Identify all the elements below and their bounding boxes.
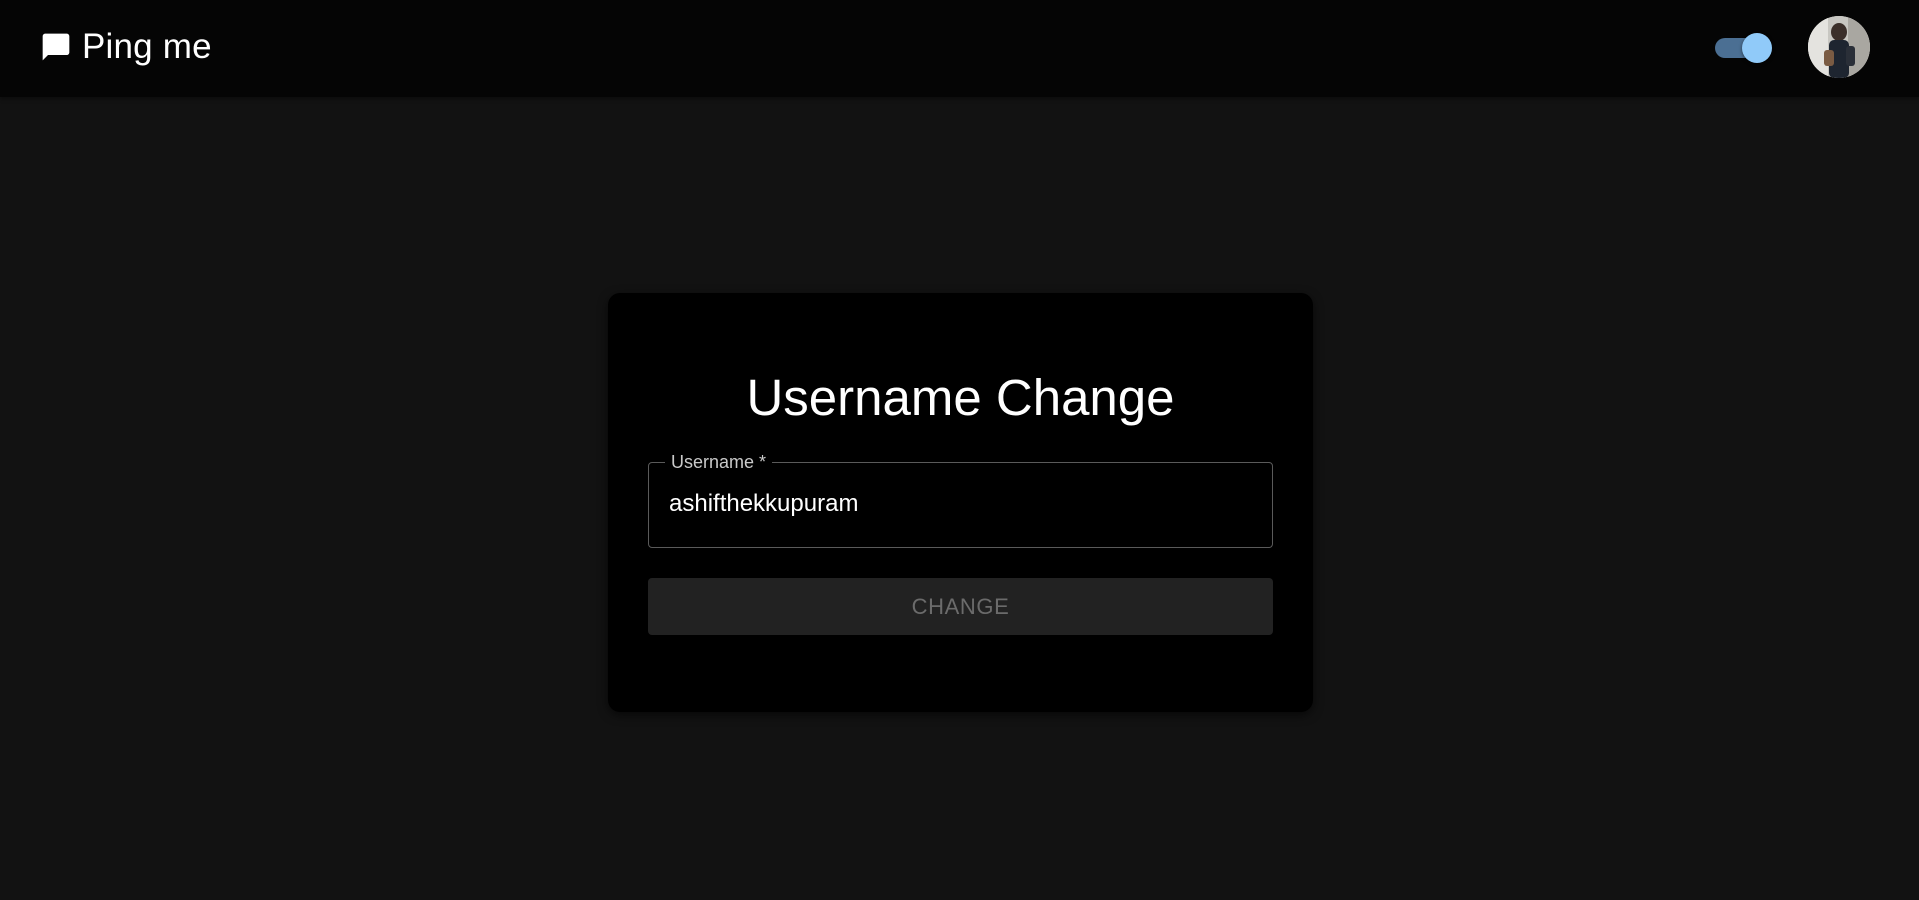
toggle-thumb: [1742, 33, 1772, 63]
username-field[interactable]: Username *: [648, 453, 1273, 548]
username-label: Username *: [671, 452, 767, 472]
page-title: Username Change: [746, 369, 1175, 426]
change-button[interactable]: CHANGE: [648, 578, 1273, 635]
app-title: Ping me: [82, 27, 212, 66]
brand[interactable]: Ping me: [40, 24, 212, 70]
chat-bubble-icon: [40, 31, 72, 63]
username-input[interactable]: [669, 484, 1249, 524]
theme-toggle[interactable]: [1712, 33, 1772, 63]
username-change-card: Username Change Username * CHANGE: [608, 293, 1313, 712]
avatar[interactable]: [1808, 16, 1870, 78]
user-avatar-image: [1808, 16, 1870, 78]
app-bar: Ping me: [0, 0, 1919, 97]
